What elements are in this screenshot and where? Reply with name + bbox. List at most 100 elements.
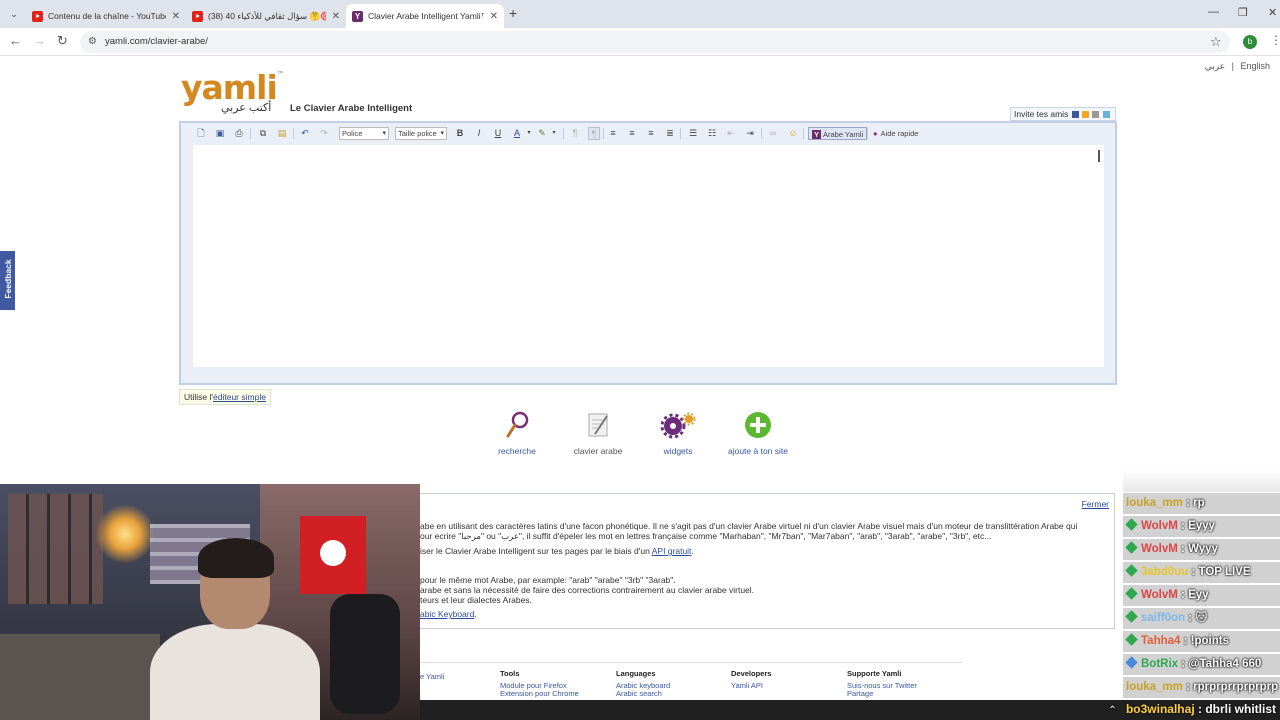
badge-icon bbox=[1125, 633, 1138, 646]
smiley-icon[interactable]: ☺ bbox=[787, 127, 799, 140]
api-link[interactable]: API gratuit bbox=[652, 546, 692, 556]
feedback-tab[interactable]: Feedback bbox=[0, 251, 15, 310]
toolbar-separator bbox=[250, 128, 251, 139]
outdent-icon[interactable]: ⇤ bbox=[725, 127, 737, 140]
wall-lamp bbox=[95, 504, 155, 564]
editor-text-area[interactable] bbox=[193, 145, 1104, 367]
email-icon[interactable] bbox=[1092, 111, 1100, 118]
gears-icon bbox=[638, 410, 718, 440]
bulleted-list-icon[interactable]: ☰ bbox=[687, 127, 699, 140]
undo-icon[interactable]: ↶ bbox=[299, 127, 311, 140]
footer-link[interactable]: Extension pour Chrome bbox=[500, 689, 579, 699]
minimize-icon[interactable]: — bbox=[1208, 6, 1219, 18]
close-window-icon[interactable]: ✕ bbox=[1268, 6, 1277, 19]
yamli-logo[interactable]: yamli ™ أكتب عربي bbox=[181, 71, 291, 117]
print-icon[interactable]: ⎙ bbox=[233, 127, 245, 140]
info-line: abe en utilisant des caractères latins d… bbox=[420, 521, 1078, 531]
arabic-keyboard-link[interactable]: abic Keyboard bbox=[420, 609, 474, 619]
underline-button[interactable]: U bbox=[492, 127, 504, 140]
reload-icon[interactable]: ↻ bbox=[57, 34, 68, 48]
info-line: iser le Clavier Arabe Intelligent sur te… bbox=[420, 546, 694, 556]
redo-icon[interactable]: ↷ bbox=[318, 127, 330, 140]
tab-search-button[interactable]: ⌄ bbox=[6, 6, 22, 22]
lang-arabic-link[interactable]: عربي bbox=[1205, 61, 1225, 71]
share-icon[interactable] bbox=[1082, 111, 1090, 118]
footer-divider bbox=[420, 662, 962, 663]
profile-avatar[interactable]: b bbox=[1243, 35, 1257, 49]
streamer bbox=[150, 538, 320, 720]
restore-icon[interactable]: ❐ bbox=[1238, 6, 1248, 19]
site-info-icon[interactable]: ⚙ bbox=[88, 36, 97, 47]
rich-text-editor: 🗋 ▣ ⎙ ⧉ ▤ ↶ ↷ Police Taille police B I U… bbox=[179, 121, 1117, 385]
close-icon[interactable]: ✕ bbox=[490, 11, 498, 22]
close-icon[interactable]: ✕ bbox=[332, 11, 340, 22]
footer-link[interactable]: e Yamli bbox=[420, 672, 444, 682]
tab-yamli[interactable]: Y Clavier Arabe Intelligent Yamli™ ✕ bbox=[346, 4, 504, 28]
bookmark-star-icon[interactable]: ☆ bbox=[1210, 34, 1222, 50]
chevron-down-icon[interactable]: ▾ bbox=[523, 127, 535, 140]
tab-youtube-video[interactable]: (38) 40 سؤال ثقافي للأذكياء 🤔🎯 ✕ bbox=[186, 4, 346, 28]
highlight-color-icon[interactable]: ✎ bbox=[536, 127, 548, 140]
info-line: pour le même mot Arabe, par example: "ar… bbox=[420, 575, 676, 585]
italic-button[interactable]: I bbox=[473, 127, 485, 140]
chevron-up-icon[interactable]: ⌃ bbox=[1108, 705, 1116, 716]
menu-icon[interactable]: ⋮ bbox=[1270, 33, 1280, 47]
stream-chat: louka_mm : rp WolvM : Eyyy WolvM : Wyyy … bbox=[1123, 470, 1280, 700]
bold-button[interactable]: B bbox=[454, 127, 466, 140]
copy-icon[interactable]: ⧉ bbox=[257, 127, 269, 140]
yamli-icon: Y bbox=[352, 10, 363, 22]
align-justify-icon[interactable]: ≣ bbox=[664, 127, 676, 140]
forward-icon[interactable]: → bbox=[33, 34, 46, 48]
system-tray: ⌃ bo3winalhaj : dbrli whitlist bbox=[1108, 702, 1276, 716]
indent-icon[interactable]: ⇥ bbox=[744, 127, 756, 140]
lang-english-link[interactable]: English bbox=[1240, 61, 1270, 71]
feature-widgets[interactable]: widgets bbox=[638, 410, 718, 456]
close-icon[interactable]: ✕ bbox=[172, 11, 180, 22]
invite-friends-bar[interactable]: Invite tes amis bbox=[1010, 107, 1116, 121]
chevron-down-icon[interactable]: ▾ bbox=[548, 127, 560, 140]
font-size-select[interactable]: Taille police bbox=[395, 127, 447, 140]
rtl-icon[interactable]: ¶ bbox=[588, 127, 600, 140]
simple-editor-link[interactable]: éditeur simple bbox=[213, 392, 266, 402]
browser-toolbar: ← → ↻ ⚙ yamli.com/clavier-arabe/ ☆ bbox=[0, 28, 1280, 56]
new-document-icon[interactable]: 🗋 bbox=[195, 127, 207, 140]
ltr-icon[interactable]: ¶ bbox=[569, 127, 581, 140]
chat-message: WolvM : Eyyy bbox=[1123, 516, 1280, 537]
scrollbar-thumb[interactable] bbox=[1098, 150, 1100, 162]
paste-icon[interactable]: ▤ bbox=[276, 127, 288, 140]
notepad-icon bbox=[558, 410, 638, 440]
save-icon[interactable]: ▣ bbox=[214, 127, 226, 140]
font-family-select[interactable]: Police bbox=[339, 127, 389, 140]
tab-youtube-content[interactable]: Contenu de la chaîne - YouTube ✕ bbox=[26, 4, 186, 28]
close-info-link[interactable]: Fermer bbox=[1082, 499, 1109, 509]
address-bar[interactable]: ⚙ yamli.com/clavier-arabe/ ☆ bbox=[80, 31, 1230, 53]
toolbar-separator bbox=[563, 128, 564, 139]
facebook-icon[interactable] bbox=[1071, 111, 1079, 118]
chat-message: WolvM : Eyy bbox=[1123, 585, 1280, 606]
feature-arabic-keyboard[interactable]: clavier arabe bbox=[558, 410, 638, 456]
badge-icon bbox=[1125, 610, 1138, 623]
yamli-arabic-toggle[interactable]: Y Arabe Yamli bbox=[808, 127, 868, 140]
info-line: arabe et sans la nécessité de faire des … bbox=[420, 585, 755, 595]
footer-column-support: Supporte Yamli Suis-nous sur Twitter Par… bbox=[847, 669, 917, 699]
quick-help-button[interactable]: ● Aide rapide bbox=[873, 127, 918, 140]
align-center-icon[interactable]: ≡ bbox=[626, 127, 638, 140]
footer-column-developers: Developers Yamli API bbox=[731, 669, 772, 691]
url-text[interactable]: yamli.com/clavier-arabe/ bbox=[105, 36, 208, 47]
badge-icon bbox=[1125, 587, 1138, 600]
back-icon[interactable]: ← bbox=[9, 34, 22, 48]
new-tab-button[interactable]: + bbox=[509, 6, 517, 20]
feature-add-to-site[interactable]: ajoute à ton site bbox=[718, 410, 798, 456]
align-right-icon[interactable]: ≡ bbox=[645, 127, 657, 140]
numbered-list-icon[interactable]: ☷ bbox=[706, 127, 718, 140]
footer-link[interactable]: Arabic search bbox=[616, 689, 670, 699]
footer-link[interactable]: Partage bbox=[847, 689, 917, 699]
feature-search[interactable]: recherche bbox=[477, 410, 557, 456]
logo-trademark: ™ bbox=[277, 71, 283, 77]
align-left-icon[interactable]: ≡ bbox=[607, 127, 619, 140]
more-share-icon[interactable] bbox=[1102, 111, 1110, 118]
link-icon[interactable]: ∞ bbox=[767, 127, 779, 140]
chat-text: dbrli whitlist bbox=[1205, 702, 1276, 716]
footer-link[interactable]: Yamli API bbox=[731, 681, 771, 691]
font-color-button[interactable]: A bbox=[511, 127, 523, 140]
